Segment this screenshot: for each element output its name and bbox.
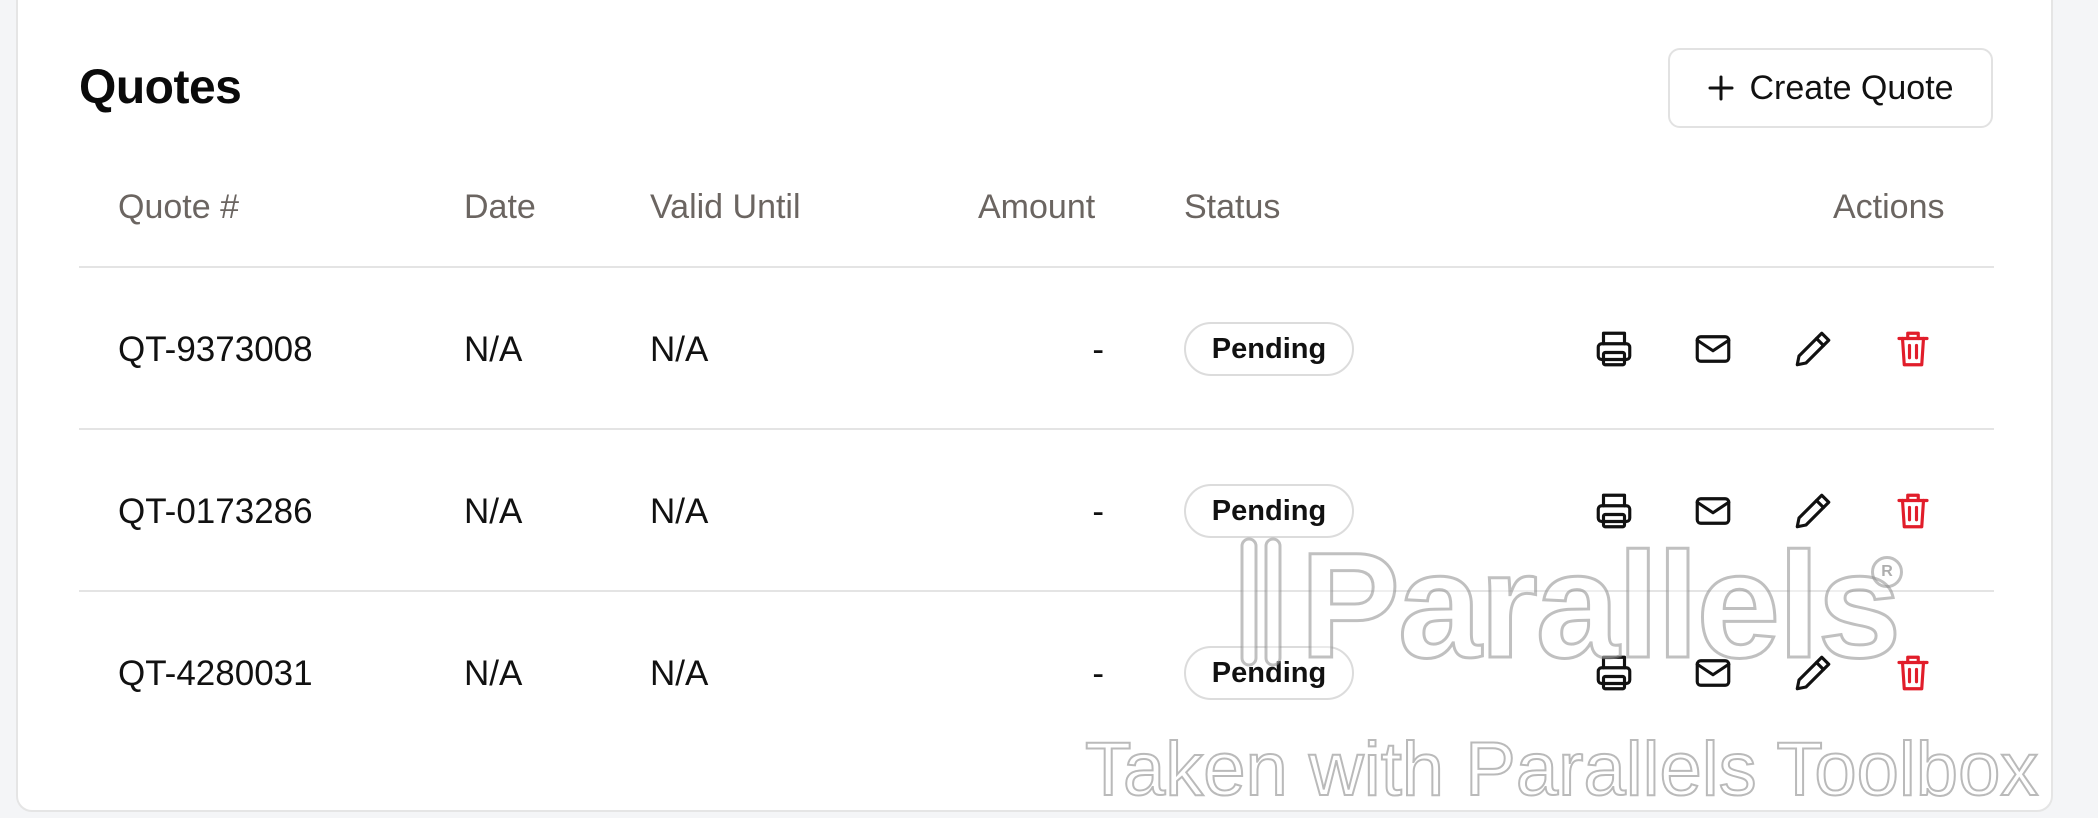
plus-icon [1708, 75, 1734, 101]
quote-date: N/A [464, 330, 523, 369]
quote-number[interactable]: QT-9373008 [118, 330, 313, 370]
status-badge: Pending [1184, 322, 1354, 376]
parallels-logo-bars [1240, 537, 1282, 667]
trash-icon [1897, 331, 1929, 367]
quote-amount: - [1092, 492, 1104, 531]
quote-amount: - [1092, 330, 1104, 369]
header-divider [79, 266, 1994, 268]
page-title: Quotes [79, 61, 242, 114]
column-header-amount[interactable]: Amount [978, 188, 1095, 227]
create-quote-label: Create Quote [1749, 68, 1954, 107]
quote-date: N/A [464, 492, 523, 531]
quote-valid-until: N/A [650, 330, 709, 369]
row-divider [79, 428, 1994, 430]
column-header-actions: Actions [1833, 188, 1945, 226]
email-button[interactable] [1689, 325, 1737, 373]
create-quote-button[interactable]: Create Quote [1668, 48, 1993, 128]
column-header-date[interactable]: Date [464, 188, 536, 227]
delete-button[interactable] [1889, 325, 1937, 373]
column-header-valid-until[interactable]: Valid Until [650, 188, 801, 227]
pencil-icon [1795, 331, 1831, 367]
quote-valid-until: N/A [650, 654, 709, 693]
mail-icon [1695, 335, 1731, 363]
column-header-quote-number[interactable]: Quote # [118, 188, 239, 227]
edit-button[interactable] [1789, 325, 1837, 373]
column-header-status[interactable]: Status [1184, 188, 1280, 227]
quote-amount: - [1092, 654, 1104, 693]
quote-number[interactable]: QT-0173286 [118, 492, 313, 532]
watermark-caption: Taken with Parallels Toolbox [1084, 727, 2039, 812]
registered-mark: R [1871, 556, 1903, 588]
quote-number[interactable]: QT-4280031 [118, 654, 313, 694]
printer-icon [1596, 331, 1632, 367]
quote-date: N/A [464, 654, 523, 693]
print-button[interactable] [1590, 325, 1638, 373]
quote-valid-until: N/A [650, 492, 709, 531]
watermark-logo: Parallels [1298, 521, 1902, 689]
